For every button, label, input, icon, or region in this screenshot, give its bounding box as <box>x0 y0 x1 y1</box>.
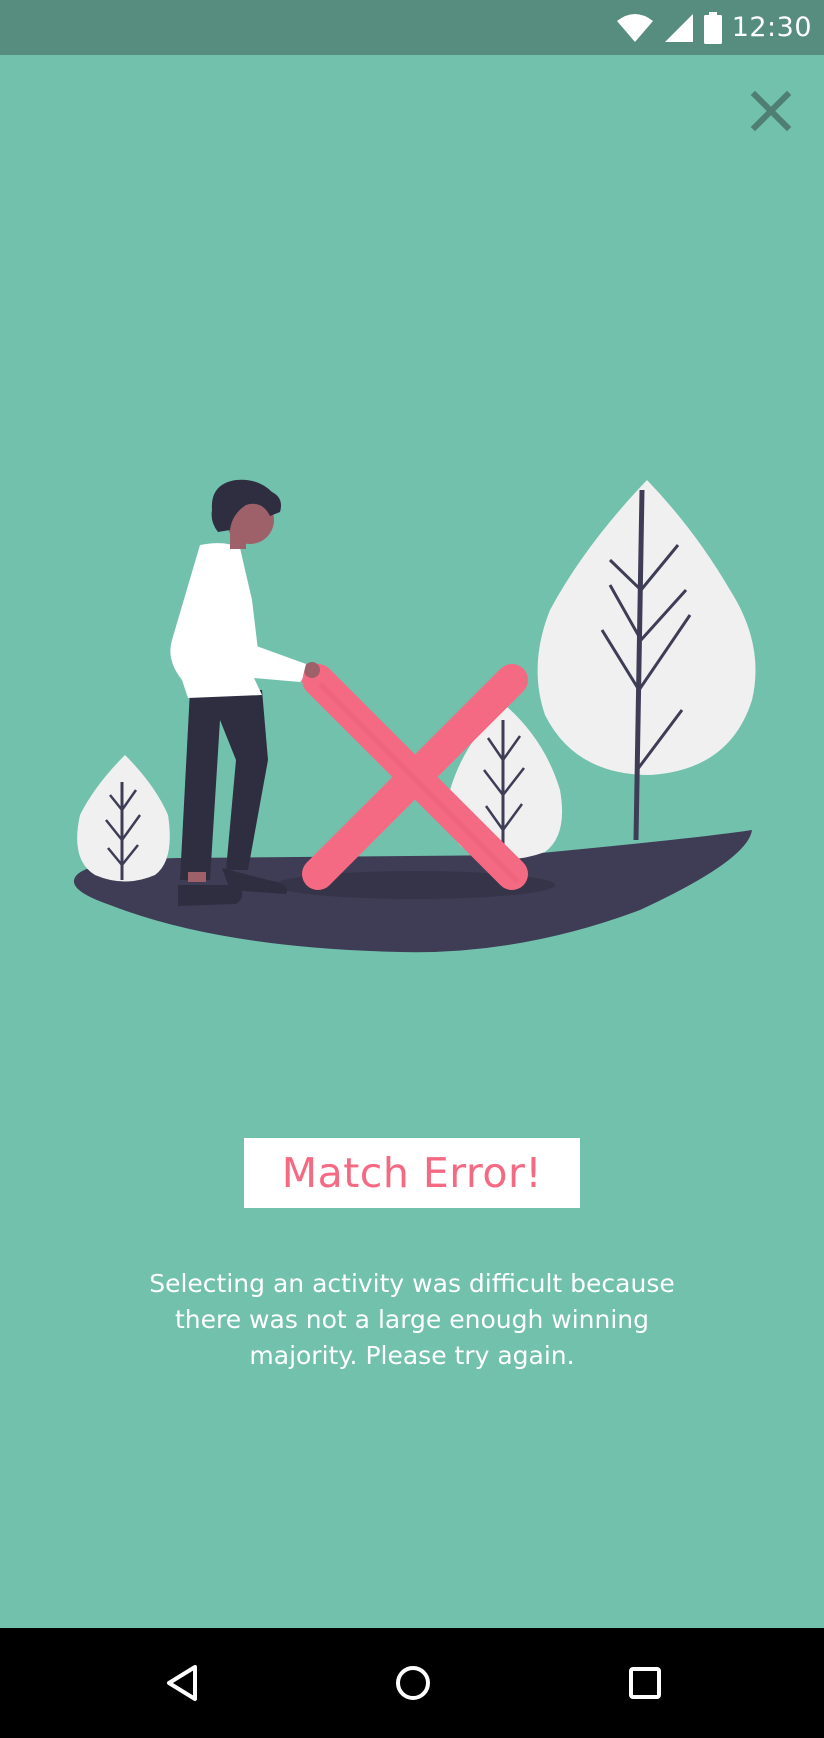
status-icons: 12:30 <box>616 0 812 55</box>
battery-icon <box>703 11 722 44</box>
status-bar: 12:30 <box>0 0 824 55</box>
home-icon <box>396 1666 430 1700</box>
back-icon <box>167 1665 197 1701</box>
close-icon <box>750 90 792 132</box>
person-figure <box>170 479 320 906</box>
ground-island <box>73 830 752 953</box>
small-tree-left <box>77 755 170 882</box>
error-message: Selecting an activity was difficult beca… <box>149 1269 675 1370</box>
wifi-icon <box>616 13 653 42</box>
home-button[interactable] <box>378 1648 448 1718</box>
match-error-screen: 12:30 Match Error! Selecting an activity… <box>0 0 824 1738</box>
system-nav-bar <box>0 1628 824 1738</box>
match-error-title-badge: Match Error! <box>244 1138 580 1208</box>
large-tree-right <box>537 480 756 841</box>
recents-button[interactable] <box>610 1648 680 1718</box>
close-button[interactable] <box>742 82 800 140</box>
recents-icon <box>629 1667 661 1699</box>
signal-icon <box>664 13 693 42</box>
error-illustration <box>73 479 756 953</box>
page-title: Match Error! <box>281 1149 543 1197</box>
back-button[interactable] <box>148 1648 218 1718</box>
status-time: 12:30 <box>731 12 812 43</box>
